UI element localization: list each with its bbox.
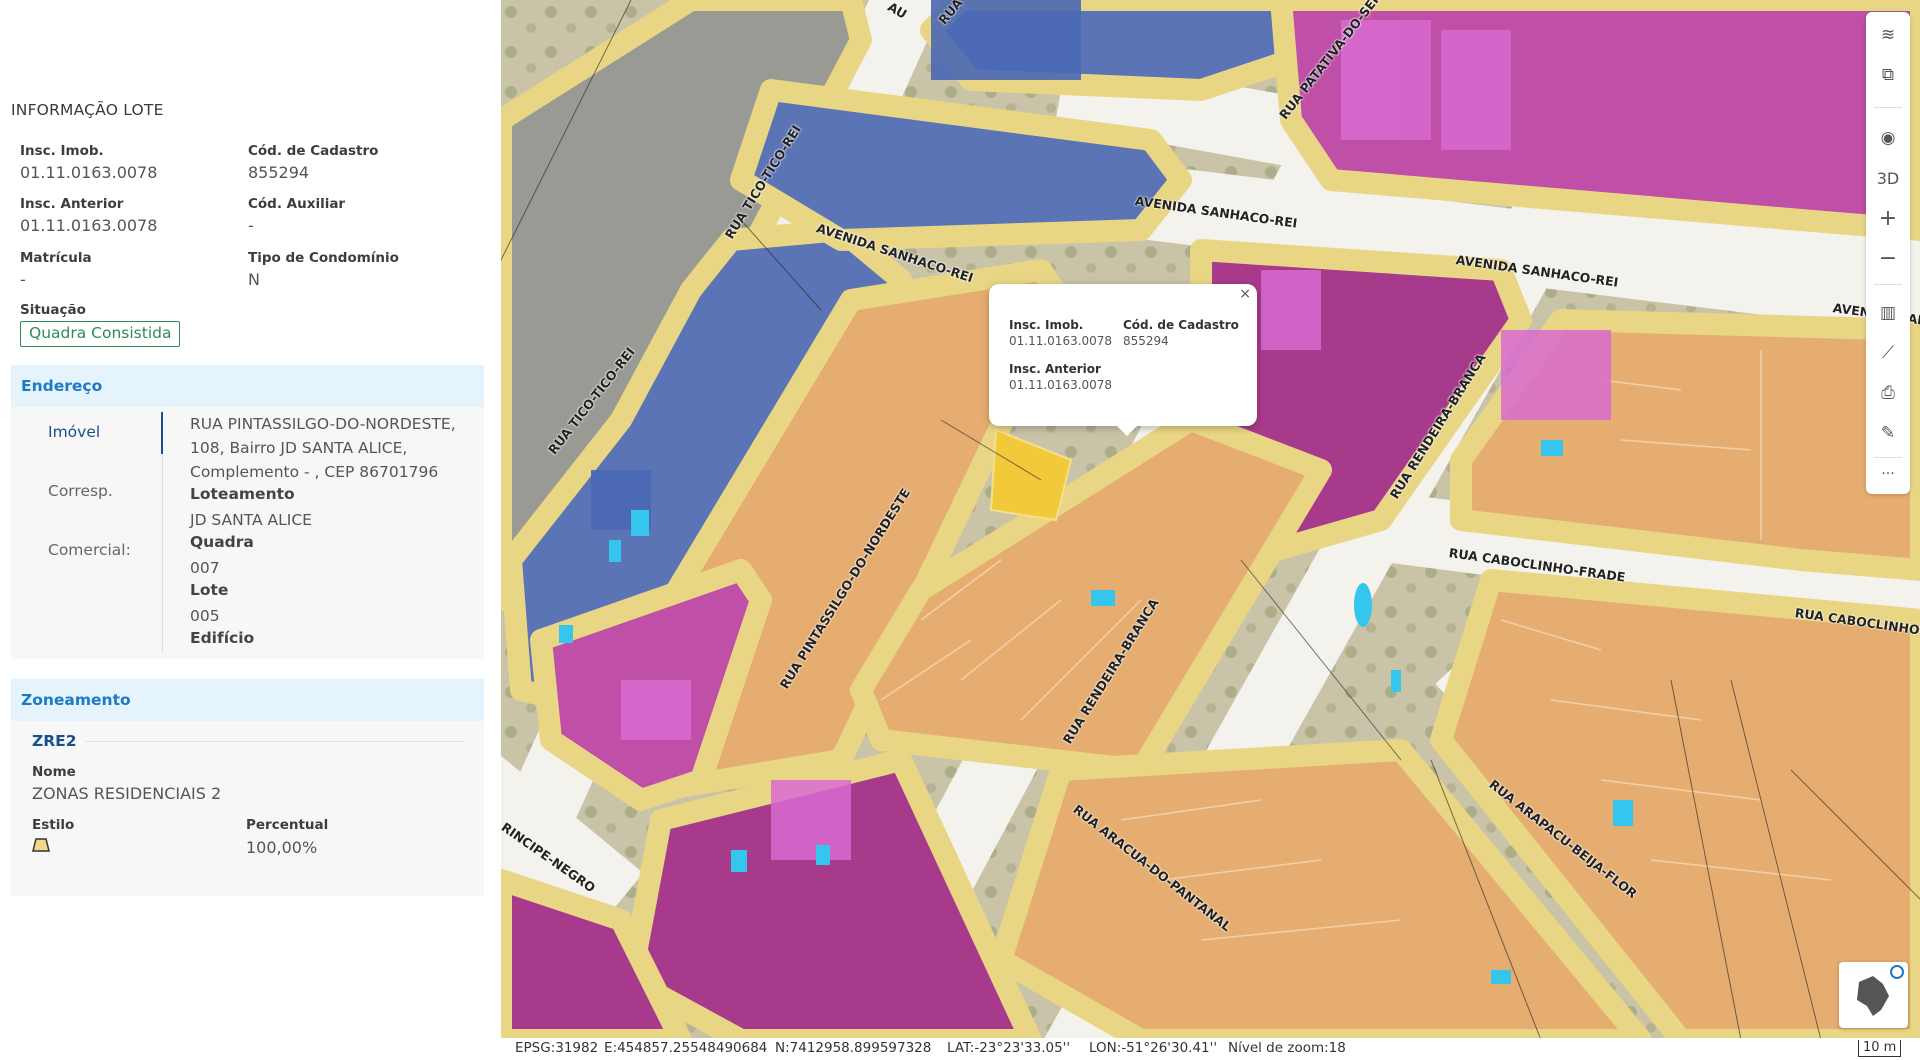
cod-cadastro-value: 855294: [248, 163, 310, 182]
insc-imob-value: 01.11.0163.0078: [20, 163, 158, 182]
epsg-readout: EPSG:31982: [515, 1040, 599, 1056]
map-toolbar: ≋ ⧉ ◉ 3D + − ▥ ⟋ ⎙ ✎ ···: [1866, 12, 1910, 494]
zone-code: ZRE2: [32, 732, 77, 750]
scale-bar: 10 m: [1858, 1040, 1902, 1057]
tipo-condominio-label: Tipo de Condomínio: [248, 250, 399, 266]
tab-separator: [162, 454, 163, 652]
map-canvas[interactable]: RUA TICO-TICO-REI AVENIDA SANHACO-REI AV…: [501, 0, 1920, 1038]
insc-anterior-value: 01.11.0163.0078: [20, 216, 158, 235]
lote-label: Lote: [190, 581, 229, 599]
situacao-badge: Quadra Consistida: [20, 321, 181, 347]
quadra-label: Quadra: [190, 533, 254, 551]
insc-imob-label: Insc. Imob.: [20, 143, 104, 159]
tab-comercial[interactable]: Comercial:: [48, 541, 131, 559]
zoom-level-readout: Nível de zoom:18: [1228, 1040, 1346, 1056]
popup-insc-anterior-value: 01.11.0163.0078: [1009, 378, 1113, 392]
lote-value: 005: [190, 607, 220, 625]
zone-divider: [85, 741, 465, 742]
layers-icon[interactable]: ≋: [1866, 17, 1910, 53]
zoom-out-icon[interactable]: −: [1866, 240, 1910, 276]
popup-cod-cadastro-label: Cód. de Cadastro: [1123, 318, 1239, 332]
quadra-value: 007: [190, 559, 220, 577]
popup-insc-imob-value: 01.11.0163.0078: [1009, 334, 1113, 348]
longitude-readout: LON:-51°26'30.41'': [1089, 1040, 1218, 1056]
address-line-3: Complemento - , CEP 86701796: [190, 463, 439, 481]
endereco-header[interactable]: Endereço: [11, 365, 484, 407]
insc-anterior-label: Insc. Anterior: [20, 196, 124, 212]
zoneamento-header[interactable]: Zoneamento: [11, 679, 484, 721]
popup-insc-imob-label: Insc. Imob.: [1009, 318, 1084, 332]
situacao-label: Situação: [20, 302, 86, 318]
tab-imovel[interactable]: Imóvel: [48, 423, 100, 441]
map-layer: [501, 0, 1920, 1038]
zone-style-swatch-icon: [32, 838, 50, 852]
zone-nome-label: Nome: [32, 764, 76, 780]
cod-auxiliar-value: -: [248, 216, 254, 235]
zone-percentual-label: Percentual: [246, 817, 329, 833]
print-icon[interactable]: ⎙: [1866, 375, 1910, 411]
active-tab-indicator: [161, 412, 163, 454]
easting-readout: E:454857.25548490684: [604, 1040, 768, 1056]
zoneamento-body: [11, 721, 484, 896]
info-panel: INFORMAÇÃO LOTE Insc. Imob. 01.11.0163.0…: [0, 0, 501, 1060]
loteamento-label: Loteamento: [190, 485, 295, 503]
map-outline-icon: [1857, 965, 1904, 1016]
zone-estilo-label: Estilo: [32, 817, 75, 833]
popup-insc-anterior-label: Insc. Anterior: [1009, 362, 1101, 376]
zone-nome-value: ZONAS RESIDENCIAIS 2: [32, 784, 222, 803]
close-icon[interactable]: ×: [1239, 286, 1251, 302]
northing-readout: N:7412958.899597328: [775, 1040, 932, 1056]
latitude-readout: LAT:-23°23'33.05'': [947, 1040, 1071, 1056]
lot-popup: × Insc. Imob. 01.11.0163.0078 Cód. de Ca…: [989, 284, 1257, 436]
cod-auxiliar-label: Cód. Auxiliar: [248, 196, 346, 212]
panel-title: INFORMAÇÃO LOTE: [11, 101, 164, 119]
loteamento-value: JD SANTA ALICE: [190, 511, 312, 529]
matricula-value: -: [20, 270, 26, 289]
status-bar: EPSG:31982 E:454857.25548490684 N:741295…: [501, 1038, 1920, 1060]
tab-corresp[interactable]: Corresp.: [48, 482, 113, 500]
3d-toggle-button[interactable]: 3D: [1866, 160, 1910, 196]
popup-cod-cadastro-value: 855294: [1123, 334, 1169, 348]
zoom-in-icon[interactable]: +: [1866, 200, 1910, 236]
zone-percentual-value: 100,00%: [246, 838, 318, 857]
cod-cadastro-label: Cód. de Cadastro: [248, 143, 379, 159]
edificio-label: Edifício: [190, 629, 255, 647]
tipo-condominio-value: N: [248, 270, 260, 289]
overview-map-button[interactable]: [1839, 962, 1908, 1028]
basemap-icon[interactable]: ▥: [1866, 295, 1910, 331]
address-line-1: RUA PINTASSILGO-DO-NORDESTE,: [190, 415, 456, 433]
draw-icon[interactable]: ✎: [1866, 415, 1910, 451]
compass-icon[interactable]: ◉: [1866, 120, 1910, 156]
layers-add-icon[interactable]: ⧉: [1866, 57, 1910, 93]
matricula-label: Matrícula: [20, 250, 92, 266]
ruler-icon[interactable]: ⟋: [1866, 335, 1910, 371]
more-icon[interactable]: ···: [1866, 456, 1910, 492]
address-line-2: 108, Bairro JD SANTA ALICE,: [190, 439, 408, 457]
